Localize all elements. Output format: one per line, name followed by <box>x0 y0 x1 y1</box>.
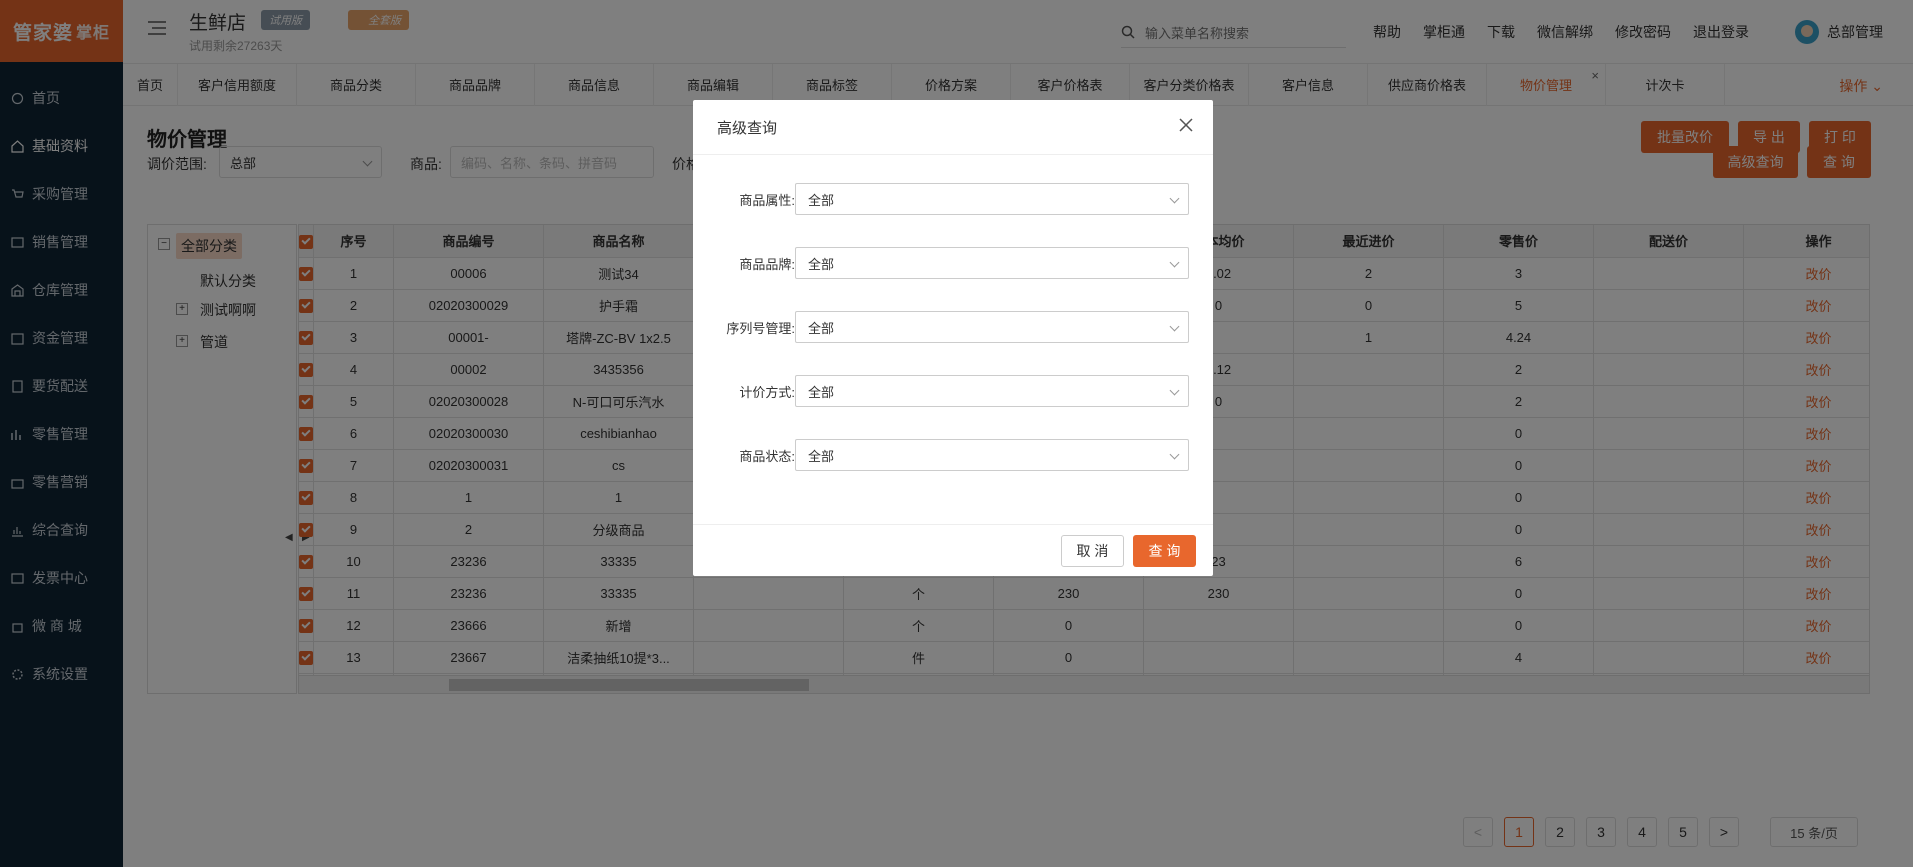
confirm-query-button[interactable]: 查 询 <box>1133 535 1196 567</box>
chevron-down-icon <box>1169 321 1180 332</box>
dialog-header: 高级查询 <box>693 100 1213 155</box>
chevron-down-icon <box>1169 257 1180 268</box>
chevron-down-icon <box>1169 385 1180 396</box>
field-brand: 商品品牌: 全部 <box>717 247 1189 279</box>
advanced-query-dialog: 高级查询 商品属性: 全部 商品品牌: 全部 序列号管理: 全部 计价方式: 全部 商品… <box>693 100 1213 576</box>
close-icon[interactable] <box>1179 118 1193 136</box>
serial-select[interactable]: 全部 <box>795 311 1189 343</box>
chevron-down-icon <box>1169 193 1180 204</box>
field-status: 商品状态: 全部 <box>717 439 1189 471</box>
pricing-select[interactable]: 全部 <box>795 375 1189 407</box>
field-pricing: 计价方式: 全部 <box>717 375 1189 407</box>
dialog-footer: 取 消 查 询 <box>693 524 1213 576</box>
field-goods-attr: 商品属性: 全部 <box>717 183 1189 215</box>
goods-attr-select[interactable]: 全部 <box>795 183 1189 215</box>
dialog-title: 高级查询 <box>717 119 778 137</box>
brand-select[interactable]: 全部 <box>795 247 1189 279</box>
field-serial: 序列号管理: 全部 <box>717 311 1189 343</box>
cancel-button[interactable]: 取 消 <box>1061 535 1124 567</box>
status-select[interactable]: 全部 <box>795 439 1189 471</box>
chevron-down-icon <box>1169 449 1180 460</box>
